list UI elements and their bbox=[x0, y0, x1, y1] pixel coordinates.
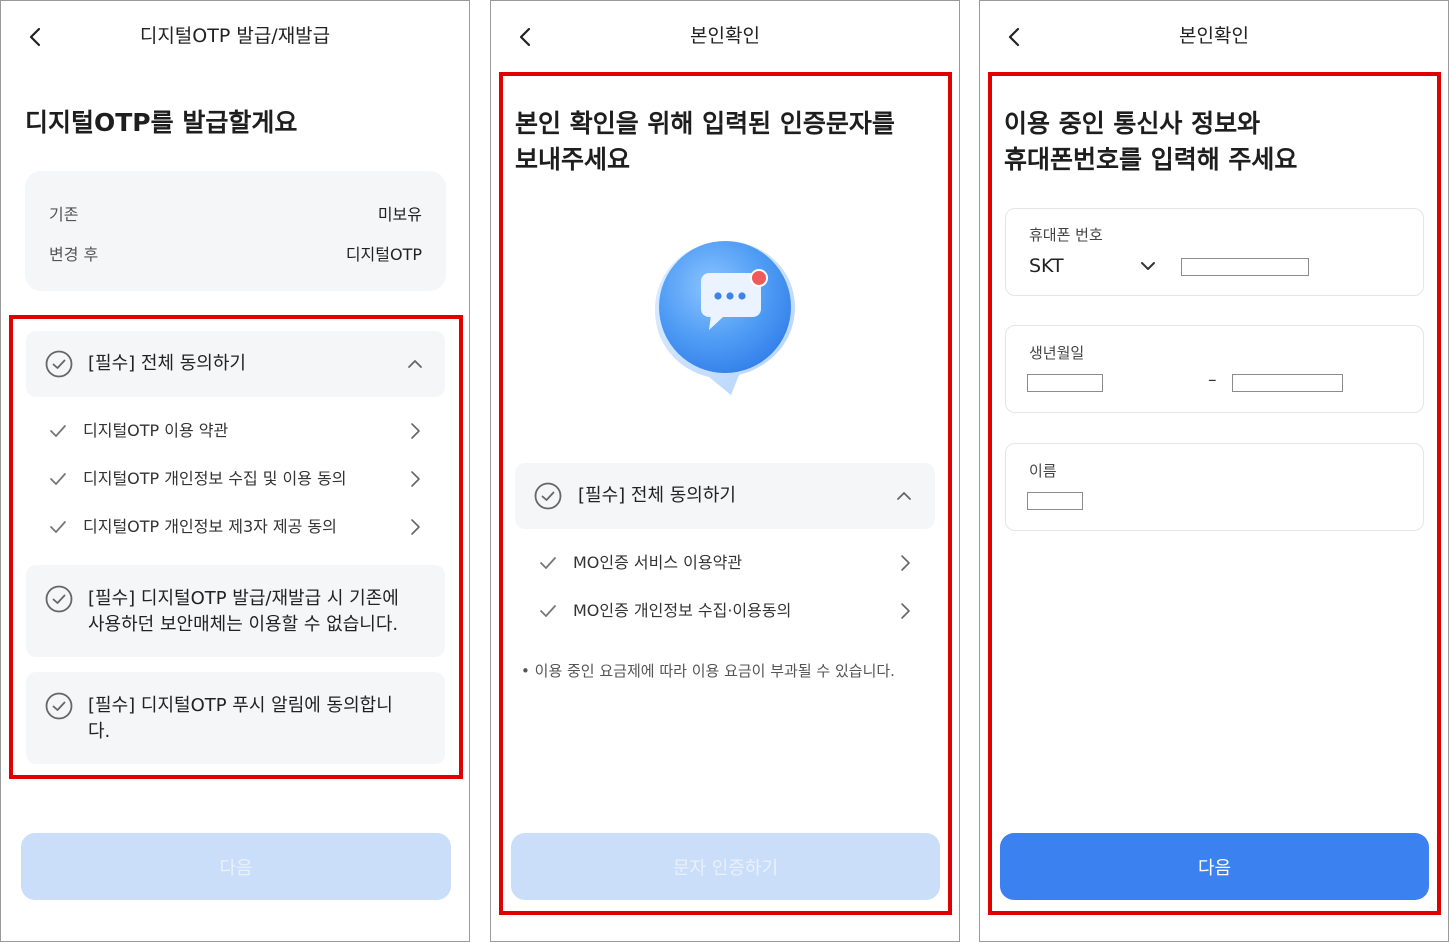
info-label: 변경 후 bbox=[49, 245, 99, 264]
highlight-box bbox=[9, 315, 463, 779]
page-title: 본인확인 bbox=[1179, 25, 1249, 47]
next-button[interactable]: 다음 bbox=[21, 833, 451, 900]
info-label: 기존 bbox=[49, 205, 79, 224]
page-title: 디지털OTP 발급/재발급 bbox=[139, 25, 331, 47]
info-value: 디지털OTP bbox=[345, 245, 422, 264]
change-info-box: 기존 미보유 변경 후 디지털OTP bbox=[25, 171, 446, 291]
screen-identity-input: 본인확인 이용 중인 통신사 정보와 휴대폰번호를 입력해 주세요 휴대폰 번호… bbox=[979, 0, 1449, 942]
info-row-after: 변경 후 디지털OTP bbox=[49, 241, 422, 265]
header: 본인확인 bbox=[491, 1, 959, 71]
screen-otp-issue: 디지털OTP 발급/재발급 디지털OTP를 발급할게요 기존 미보유 변경 후 … bbox=[0, 0, 470, 942]
info-row-current: 기존 미보유 bbox=[49, 201, 422, 225]
info-value: 미보유 bbox=[377, 205, 422, 224]
highlight-box bbox=[988, 72, 1441, 915]
header: 본인확인 bbox=[980, 1, 1448, 71]
header: 디지털OTP 발급/재발급 bbox=[1, 1, 469, 71]
highlight-box bbox=[499, 72, 952, 915]
page-title: 본인확인 bbox=[690, 25, 760, 47]
screen-identity-sms: 본인확인 본인 확인을 위해 입력된 인증문자를 보내주세요 [필수] 전체 동… bbox=[490, 0, 960, 942]
headline: 디지털OTP를 발급할게요 bbox=[25, 108, 298, 137]
